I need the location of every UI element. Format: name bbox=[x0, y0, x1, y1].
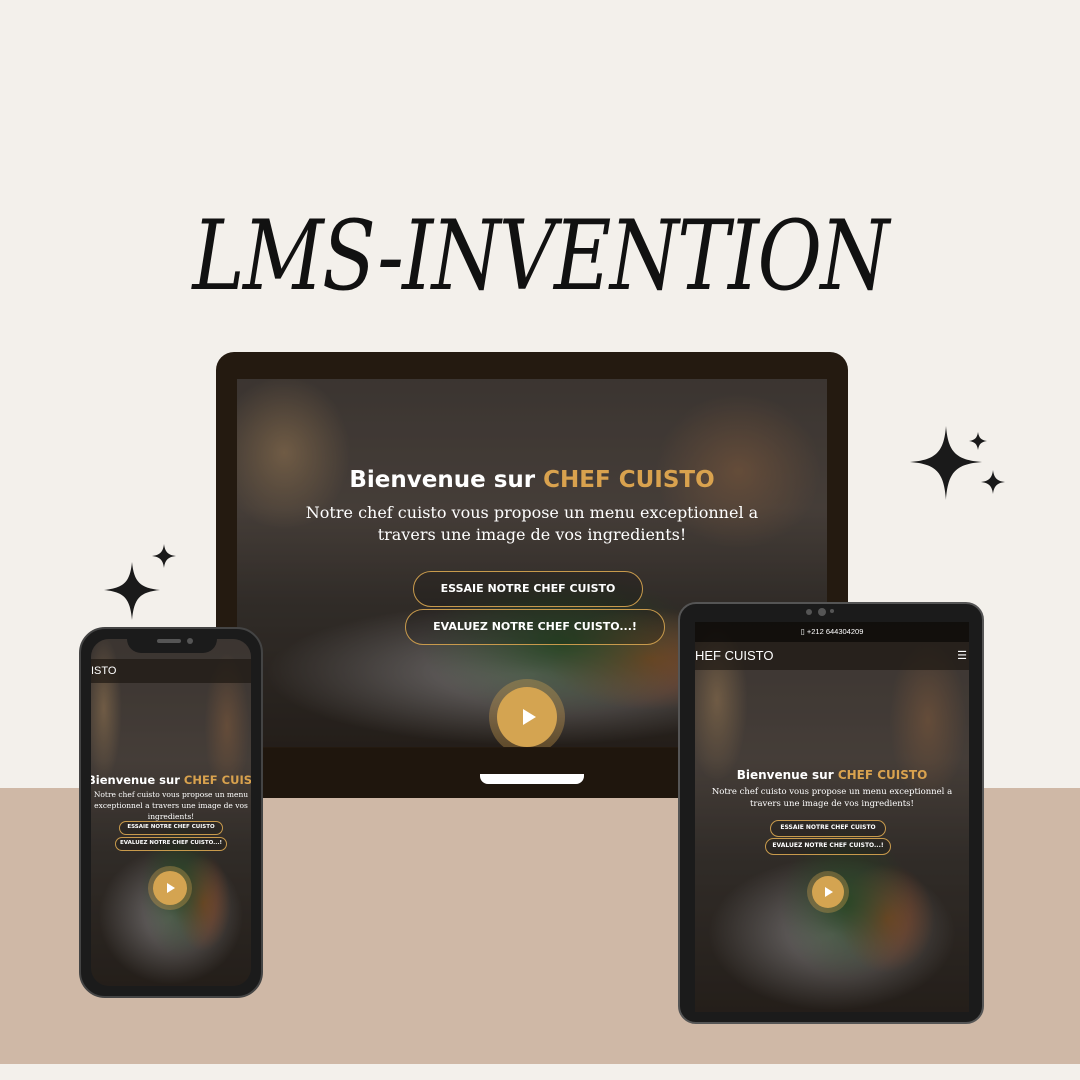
nav-brand[interactable]: ISTO bbox=[91, 665, 116, 677]
brand-title: LMS-INVENTION bbox=[192, 200, 889, 312]
phone-number[interactable]: +212 644304209 bbox=[807, 627, 864, 636]
welcome-prefix: Bienvenue sur bbox=[349, 467, 536, 493]
phone-mockup: ISTO Bienvenue sur CHEF CUISTO Notre che… bbox=[79, 627, 263, 998]
play-button[interactable] bbox=[153, 871, 187, 905]
intro-text: Notre chef cuisto vous propose un menu e… bbox=[711, 787, 953, 809]
phone-icon: ▯ bbox=[800, 627, 805, 636]
play-button[interactable] bbox=[812, 876, 844, 908]
welcome-prefix: Bienvenue sur bbox=[91, 773, 180, 787]
play-icon bbox=[167, 883, 175, 893]
menu-icon[interactable]: ☰ bbox=[957, 642, 967, 670]
try-chef-button[interactable]: ESSAIE NOTRE CHEF CUISTO bbox=[119, 821, 223, 835]
contact-bar: ▯ +212 644304209 bbox=[695, 622, 969, 642]
try-chef-button[interactable]: ESSAIE NOTRE CHEF CUISTO bbox=[770, 820, 886, 837]
rate-chef-button[interactable]: EVALUEZ NOTRE CHEF CUISTO...! bbox=[115, 837, 227, 851]
sensor-icon bbox=[830, 609, 834, 613]
camera-icon bbox=[187, 638, 193, 644]
play-icon bbox=[825, 887, 833, 897]
laptop-hinge-notch bbox=[480, 774, 584, 784]
welcome-heading: Bienvenue sur CHEF CUISTO bbox=[91, 773, 251, 787]
welcome-brand: CHEF CUISTO bbox=[837, 768, 928, 782]
phone-notch bbox=[127, 631, 217, 653]
sparkle-icon bbox=[910, 426, 1005, 500]
rate-chef-button[interactable]: EVALUEZ NOTRE CHEF CUISTO...! bbox=[405, 609, 665, 645]
welcome-prefix: Bienvenue sur bbox=[736, 768, 834, 782]
welcome-brand: CHEF CUISTO bbox=[543, 467, 715, 493]
try-chef-button[interactable]: ESSAIE NOTRE CHEF CUISTO bbox=[413, 571, 643, 607]
phone-screen: ISTO Bienvenue sur CHEF CUISTO Notre che… bbox=[91, 639, 251, 986]
intro-text: Notre chef cuisto vous propose un menu e… bbox=[93, 790, 249, 821]
speaker-grille bbox=[157, 639, 181, 643]
nav-brand[interactable]: HEF CUISTO bbox=[695, 648, 774, 663]
play-icon bbox=[522, 709, 536, 725]
tablet-navbar: HEF CUISTO ☰ bbox=[695, 642, 969, 670]
sparkle-icon bbox=[104, 544, 176, 620]
phone-navbar: ISTO bbox=[91, 659, 251, 683]
intro-text: Notre chef cuisto vous propose un menu e… bbox=[305, 503, 759, 544]
play-button[interactable] bbox=[497, 687, 557, 747]
welcome-brand: CHEF CUISTO bbox=[183, 773, 251, 787]
bottom-strip bbox=[0, 1064, 1080, 1080]
welcome-heading: Bienvenue sur CHEF CUISTO bbox=[695, 768, 969, 782]
tablet-screen: ▯ +212 644304209 HEF CUISTO ☰ Bienvenue … bbox=[695, 622, 969, 1012]
welcome-heading: Bienvenue sur CHEF CUISTO bbox=[237, 467, 827, 493]
tablet-mockup: ▯ +212 644304209 HEF CUISTO ☰ Bienvenue … bbox=[678, 602, 984, 1024]
rate-chef-button[interactable]: EVALUEZ NOTRE CHEF CUISTO...! bbox=[765, 838, 891, 855]
